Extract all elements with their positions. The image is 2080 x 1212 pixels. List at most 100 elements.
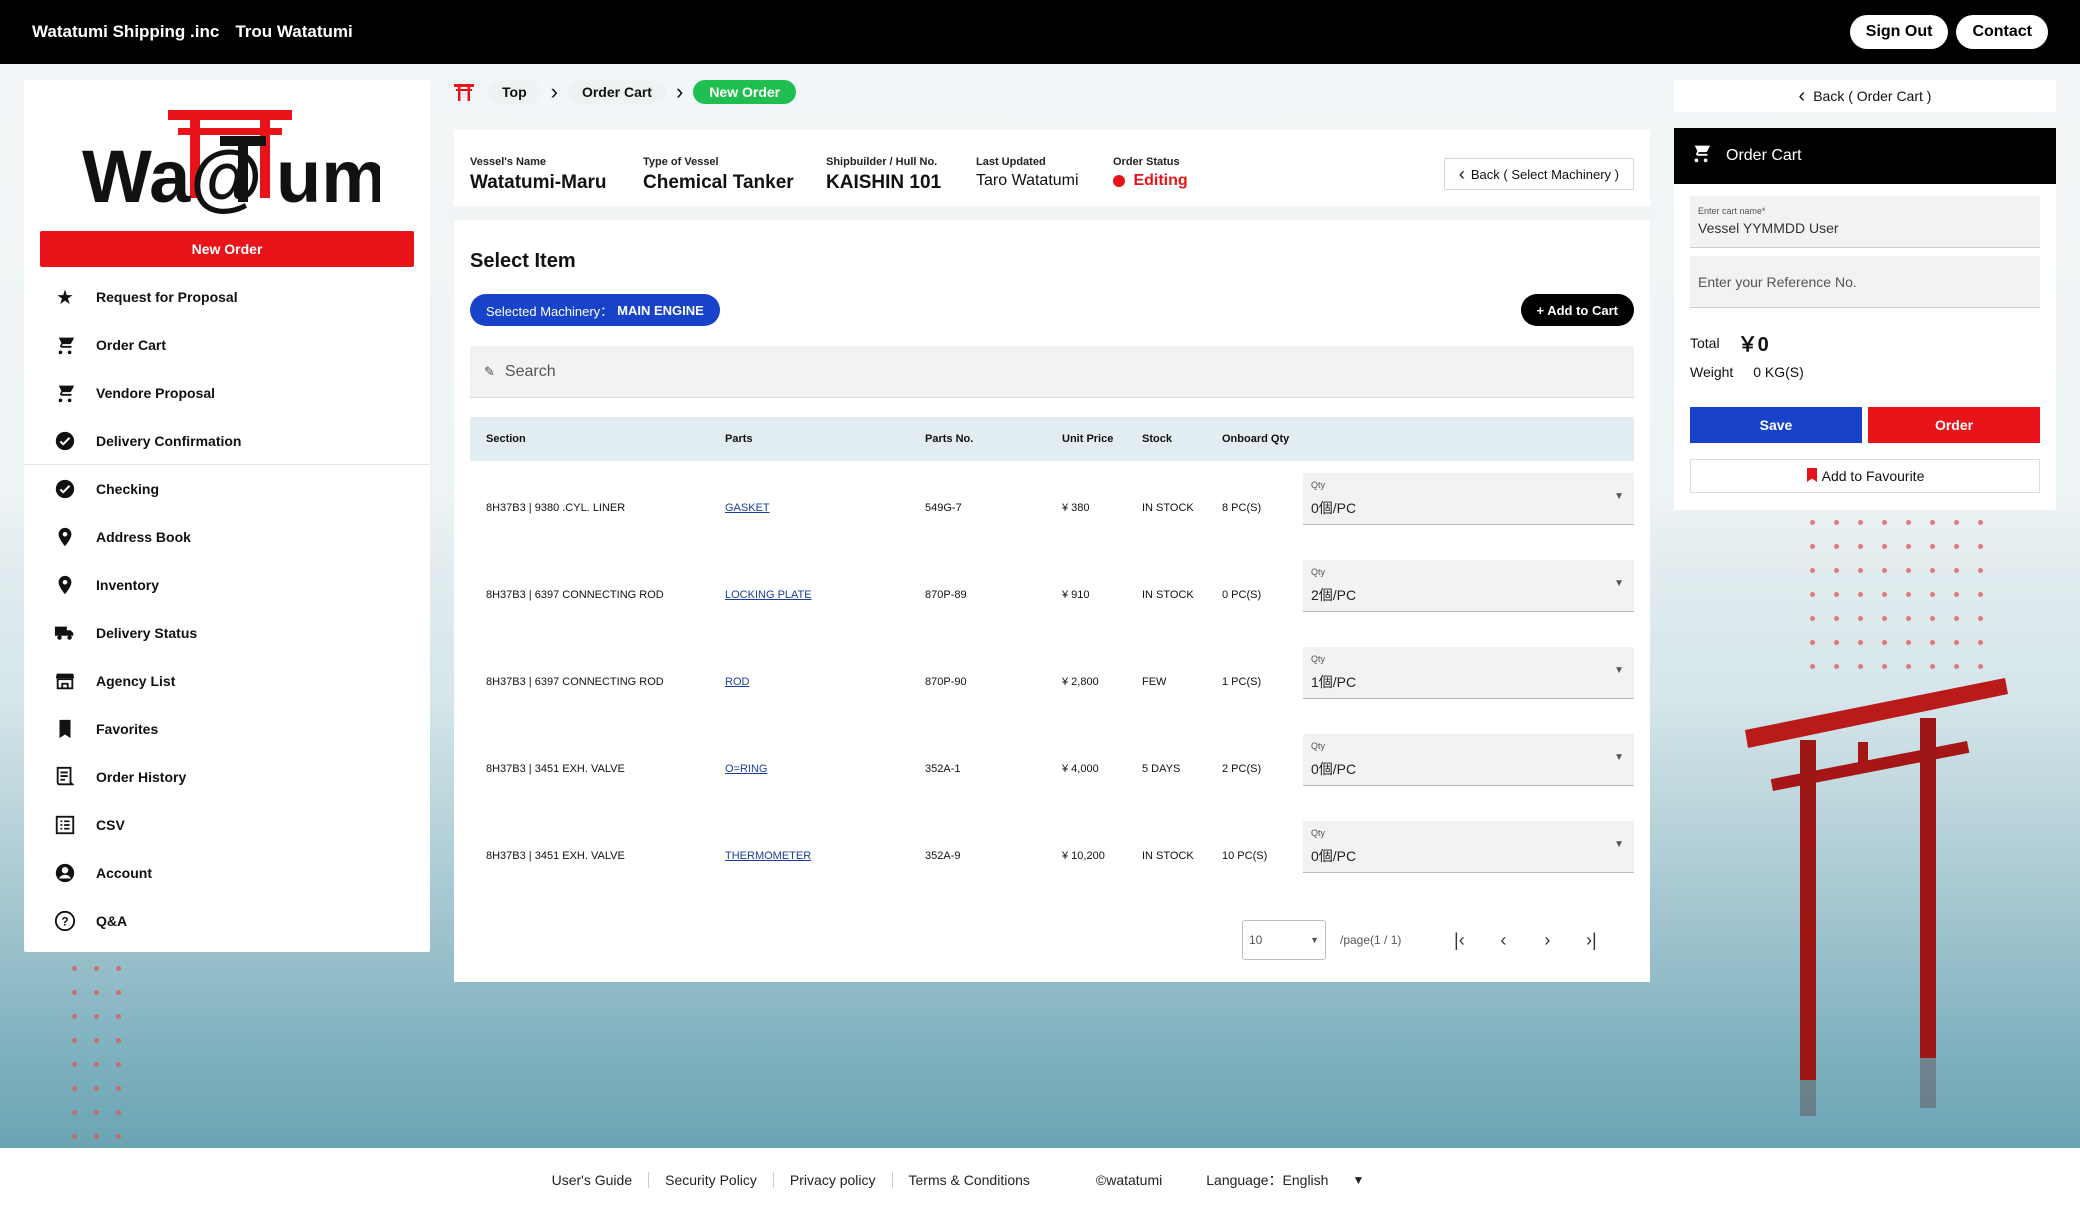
prev-page-icon[interactable]: ‹ [1481,930,1525,951]
torii-icon[interactable] [454,83,474,101]
selected-machinery-label: Selected Machinery： [486,303,614,319]
user-name: Trou Watatumi [235,22,353,41]
cart-name-field[interactable]: Enter cart name* Vessel YYMMDD User [1690,196,2040,248]
sidebar-item-label: Agency List [96,673,176,689]
shipbuilder-value: KAISHIN 101 [826,172,942,193]
language-select[interactable]: Language：English [1206,1170,1328,1190]
sidebar-item-label: Account [96,865,152,881]
pagination: 10 ▼ /page(1 / 1) |‹ ‹ › ›| [1242,920,1613,960]
selected-machinery-value: MAIN ENGINE [617,302,704,318]
new-order-button[interactable]: New Order [40,231,414,267]
qty-value: 0個/PC [1311,761,1357,777]
page-size-select[interactable]: 10 ▼ [1242,920,1326,960]
qty-label: Qty [1311,654,1326,664]
row-unit-price: ¥ 380 [1062,501,1090,514]
row-part-no: 352A-1 [925,762,961,775]
sidebar-item-label: Inventory [96,577,160,593]
first-page-icon[interactable]: |‹ [1437,930,1481,951]
main-panel: Vessel's Name Watatumi-Maru Type of Vess… [454,130,1650,982]
back-order-cart-button[interactable]: ‹ Back ( Order Cart ) [1674,80,2056,112]
account-circle-icon [54,862,76,884]
dropdown-arrow-icon: ▼ [1614,839,1624,850]
weight-value: 0 KG(S) [1753,364,1804,380]
row-part-link[interactable]: GASKET [725,502,770,514]
qty-select[interactable]: Qty 0個/PC ▼ [1303,821,1634,873]
sign-out-button[interactable]: Sign Out [1849,15,1949,49]
add-to-favourite-button[interactable]: Add to Favourite [1690,459,2040,493]
sidebar-item-vendore-proposal[interactable]: Vendore Proposal [24,369,430,417]
sidebar-item-label: Address Book [96,529,191,545]
contact-button[interactable]: Contact [1956,15,2048,49]
breadcrumb-order-cart[interactable]: Order Cart [567,80,666,104]
footer-link-security-policy[interactable]: Security Policy [649,1172,774,1188]
dropdown-arrow-icon: ▼ [1310,935,1319,945]
qty-label: Qty [1311,741,1326,751]
row-part-link[interactable]: O=RING [725,763,767,775]
sidebar-item-account[interactable]: Account [24,849,430,897]
table-header: Section Parts Parts No. Unit Price Stock… [470,417,1634,461]
vessel-info-bar: Vessel's Name Watatumi-Maru Type of Vess… [454,130,1650,220]
sidebar-item-delivery-confirmation[interactable]: Delivery Confirmation [24,417,430,465]
pencil-icon: ✎ [484,363,495,379]
sidebar-item-label: Request for Proposal [96,289,238,305]
truck-icon [54,622,76,644]
qty-label: Qty [1311,480,1326,490]
next-page-icon[interactable]: › [1525,930,1569,951]
row-part-link[interactable]: ROD [725,676,749,688]
vessel-type-label: Type of Vessel [643,156,719,168]
sidebar-item-csv[interactable]: CSV [24,801,430,849]
qty-select[interactable]: Qty 2個/PC ▼ [1303,560,1634,612]
reference-no-field[interactable]: Enter your Reference No. [1690,256,2040,308]
row-unit-price: ¥ 910 [1062,588,1090,601]
footer-link-users-guide[interactable]: User's Guide [536,1172,650,1188]
qty-select[interactable]: Qty 0個/PC ▼ [1303,473,1634,525]
row-part-no: 352A-9 [925,849,961,862]
order-cart-title: Order Cart [1726,147,1802,164]
sidebar-item-address-book[interactable]: Address Book [24,513,430,561]
dropdown-arrow-icon[interactable]: ▼ [1352,1173,1364,1187]
row-section: 8H37B3 | 3451 EXH. VALVE [486,762,625,775]
qty-select[interactable]: Qty 1個/PC ▼ [1303,647,1634,699]
sidebar-item-favorites[interactable]: Favorites [24,705,430,753]
sidebar-item-agency-list[interactable]: Agency List [24,657,430,705]
cart-icon [54,334,76,356]
sidebar-item-checking[interactable]: Checking [24,465,430,513]
order-button[interactable]: Order [1868,407,2040,443]
add-to-cart-button[interactable]: + Add to Cart [1520,294,1634,326]
page-info: /page(1 / 1) [1340,933,1402,947]
qty-label: Qty [1311,828,1326,838]
star-icon: ★ [56,286,74,309]
last-updated-label: Last Updated [976,156,1046,168]
back-select-machinery-button[interactable]: ‹ Back ( Select Machinery ) [1443,158,1634,190]
row-onboard-qty: 10 PC(S) [1222,849,1268,862]
sidebar-item-request-for-proposal[interactable]: ★ Request for Proposal [24,273,430,321]
sidebar-item-order-cart[interactable]: Order Cart [24,321,430,369]
sidebar-item-label: CSV [96,817,125,833]
header-section: Section [486,433,526,445]
page-size-value: 10 [1249,933,1263,947]
search-input[interactable]: ✎ Search [470,346,1634,398]
header-parts-no: Parts No. [925,433,974,445]
dropdown-arrow-icon: ▼ [1614,491,1624,502]
last-page-icon[interactable]: ›| [1569,930,1613,951]
svg-text:?: ? [61,915,68,929]
row-unit-price: ¥ 10,200 [1062,849,1105,862]
weight-label: Weight [1690,364,1734,380]
footer-link-privacy-policy[interactable]: Privacy policy [774,1172,893,1188]
sidebar-item-inventory[interactable]: Inventory [24,561,430,609]
save-button[interactable]: Save [1690,407,1862,443]
decorative-dots-right [1810,520,2002,669]
qty-select[interactable]: Qty 0個/PC ▼ [1303,734,1634,786]
breadcrumb-top[interactable]: Top [488,80,541,104]
selected-machinery-chip[interactable]: Selected Machinery： MAIN ENGINE [470,294,720,326]
sidebar-item-label: Checking [96,481,160,497]
row-part-link[interactable]: THERMOMETER [725,850,811,862]
row-onboard-qty: 1 PC(S) [1222,675,1262,688]
vessel-name-value: Watatumi-Maru [470,172,607,193]
sidebar-item-order-history[interactable]: Order History [24,753,430,801]
sidebar-item-qa[interactable]: ? Q&A [24,897,430,945]
sidebar-item-delivery-status[interactable]: Delivery Status [24,609,430,657]
watatumi-logo[interactable]: Wa@ umi [80,110,380,220]
row-part-link[interactable]: LOCKING PLATE [725,589,812,601]
footer-link-terms[interactable]: Terms & Conditions [893,1172,1046,1188]
